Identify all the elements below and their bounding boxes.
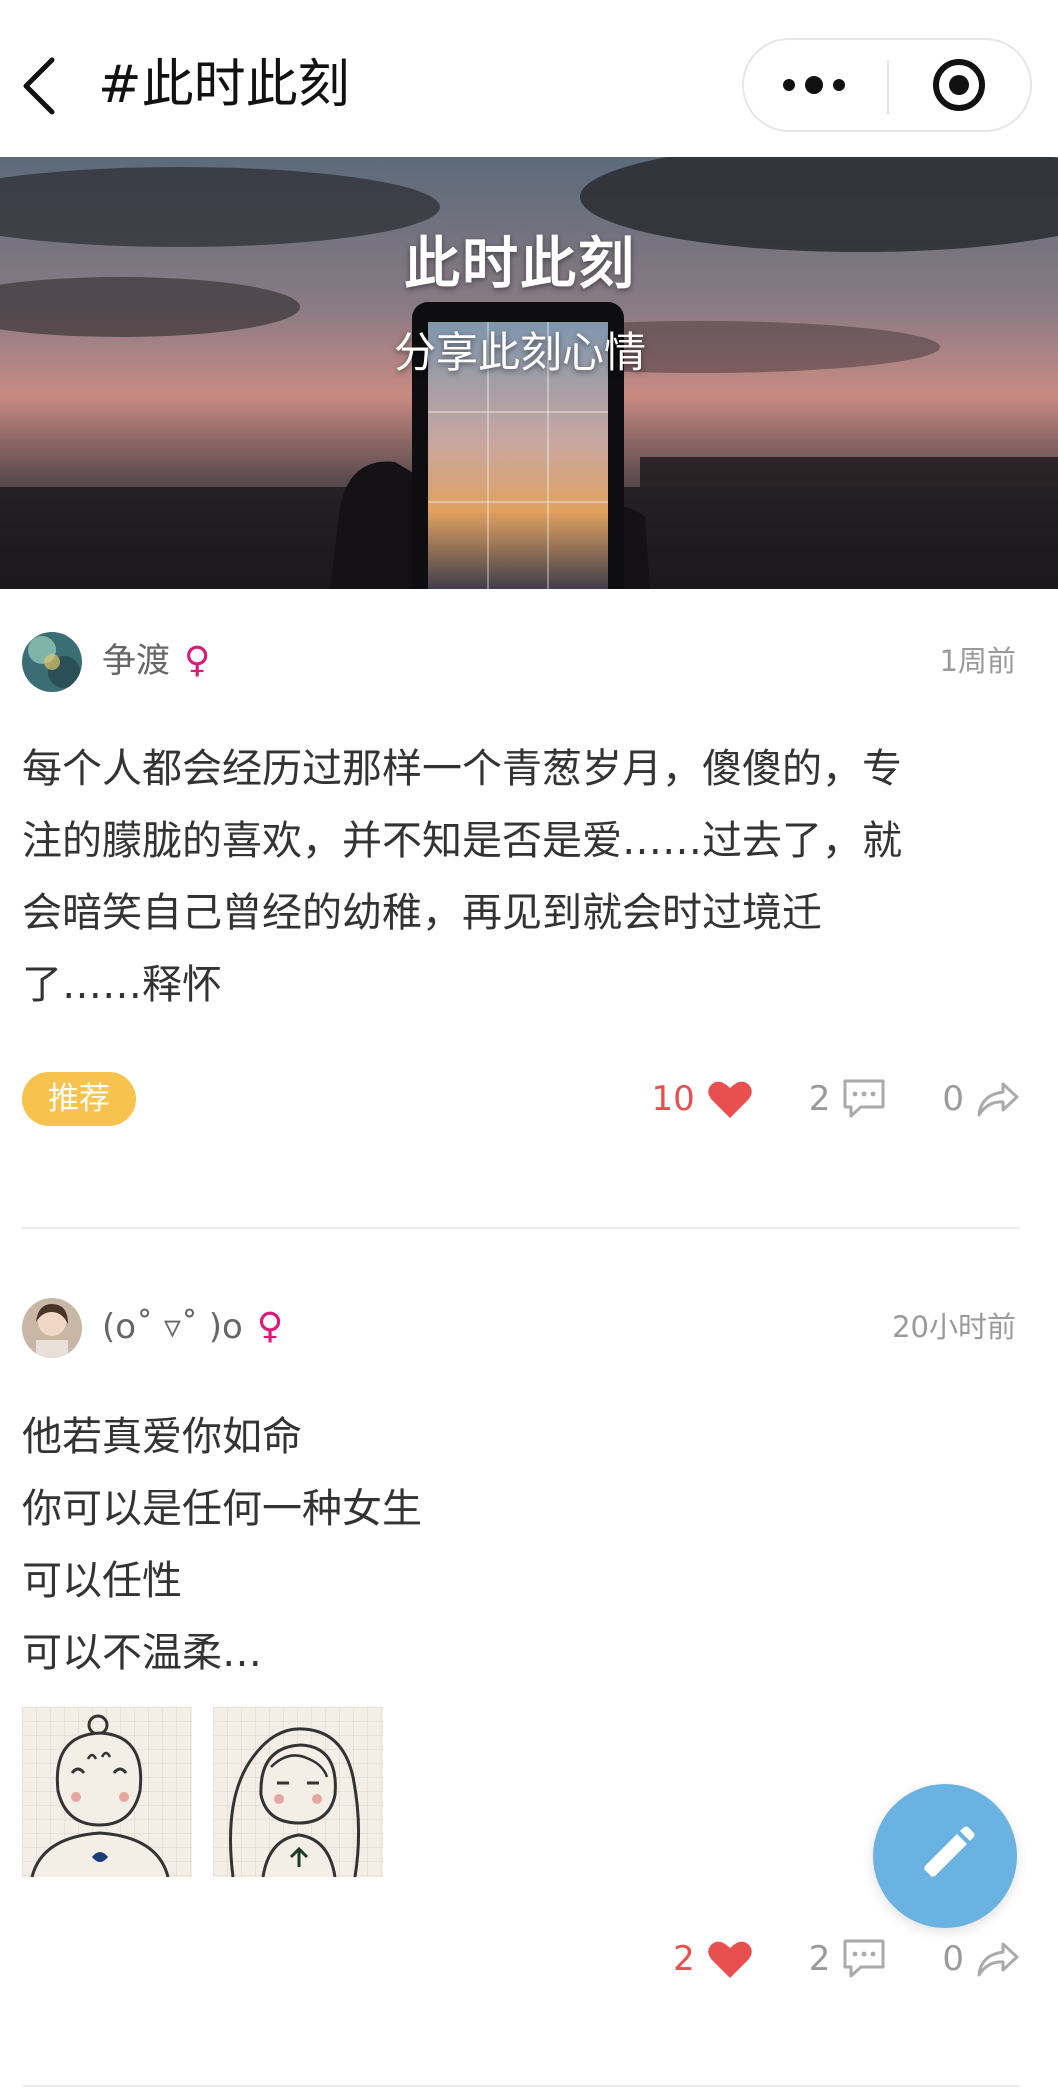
like-count: 2 — [673, 1939, 695, 1979]
like-count: 10 — [651, 1079, 695, 1119]
target-icon[interactable] — [889, 40, 1032, 130]
post-time: 1周前 — [939, 644, 1016, 678]
mini-program-capsule — [742, 38, 1032, 132]
post-divider — [22, 1227, 1020, 1229]
comment-button[interactable]: 2 — [809, 1078, 887, 1120]
post-stats: 2 2 0 — [617, 1931, 1020, 1987]
post-author[interactable]: 争渡 ♀ — [102, 639, 210, 683]
avatar[interactable] — [22, 632, 82, 692]
post-time: 20小时前 — [892, 1310, 1016, 1344]
post-image[interactable] — [213, 1707, 383, 1877]
like-button[interactable]: 10 — [651, 1079, 752, 1119]
heart-icon — [707, 1081, 752, 1118]
comment-icon — [843, 1079, 885, 1118]
post-content: 他若真爱你如命 你可以是任何一种女生 可以任性 可以不温柔… — [22, 1414, 422, 1676]
share-button[interactable]: 0 — [942, 1079, 1020, 1119]
banner-subtitle: 分享此刻心情 — [393, 328, 646, 377]
post-content: 每个人都会经历过那样一个青葱岁月，傻傻的，专 注的朦胧的喜欢，并不知是否是爱……… — [22, 746, 902, 1008]
post-divider — [22, 2085, 1020, 2087]
avatar[interactable] — [22, 1298, 82, 1358]
banner-title: 此时此刻 — [404, 232, 636, 297]
share-button[interactable]: 0 — [942, 1939, 1020, 1979]
compose-button[interactable] — [873, 1784, 1017, 1928]
author-name: 争渡 — [102, 641, 170, 681]
back-chevron-icon[interactable] — [18, 54, 64, 118]
pencil-icon — [921, 1826, 975, 1880]
share-count: 0 — [942, 1079, 964, 1119]
comment-button[interactable]: 2 — [809, 1938, 887, 1980]
heart-icon — [707, 1941, 752, 1978]
post-image[interactable] — [22, 1707, 192, 1877]
post-stats: 10 2 0 — [595, 1071, 1020, 1127]
share-count: 0 — [942, 1939, 964, 1979]
share-icon — [977, 1942, 1019, 1977]
author-name: (o˚ ▿˚ )o — [102, 1307, 243, 1347]
female-icon: ♀ — [256, 1306, 284, 1347]
more-dots-icon[interactable] — [744, 40, 887, 130]
recommend-tag: 推荐 — [22, 1072, 136, 1126]
comment-count: 2 — [808, 1939, 831, 1979]
share-icon — [977, 1082, 1019, 1117]
comment-icon — [843, 1939, 885, 1978]
female-icon: ♀ — [184, 640, 211, 681]
nav-bar: #此时此刻 — [0, 0, 1058, 157]
topic-banner: 此时此刻 分享此刻心情 — [0, 157, 1058, 589]
comment-count: 2 — [808, 1079, 831, 1119]
page-title: #此时此刻 — [98, 55, 350, 115]
post-author[interactable]: (o˚ ▿˚ )o ♀ — [102, 1305, 283, 1349]
like-button[interactable]: 2 — [673, 1939, 753, 1979]
